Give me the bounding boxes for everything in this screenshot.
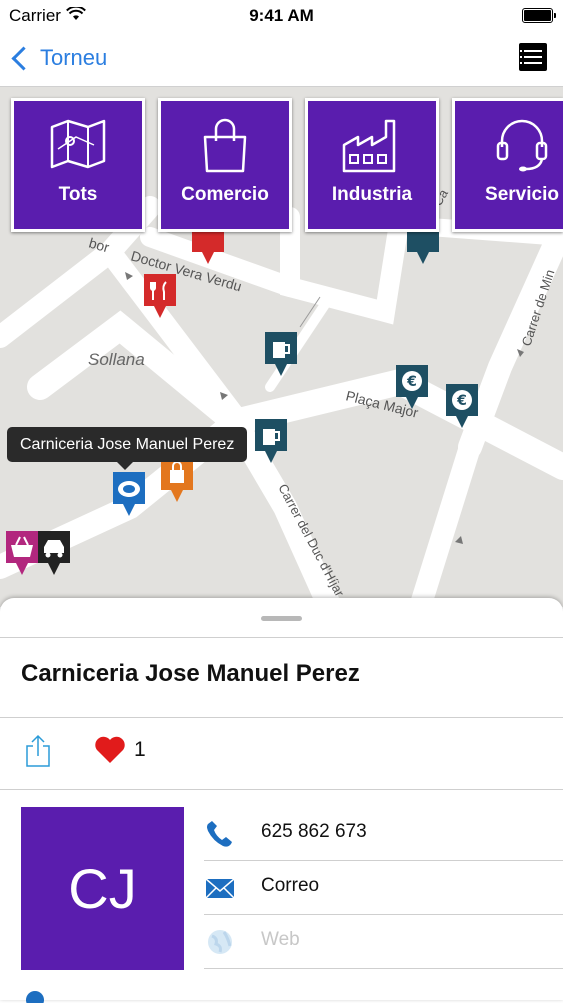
status-bar: Carrier 9:41 AM	[0, 0, 563, 30]
marker-tooltip[interactable]: Carniceria Jose Manuel Perez	[7, 427, 248, 470]
category-tile-servicio[interactable]: Servicio	[452, 98, 563, 232]
avatar: CJ	[21, 807, 184, 970]
phone-row[interactable]: 625 862 673	[204, 806, 563, 860]
category-label: Servicio	[485, 184, 559, 205]
category-label: Tots	[58, 184, 98, 205]
email-label: Correo	[261, 875, 320, 896]
map-icon	[50, 119, 106, 169]
heart-icon	[95, 736, 125, 763]
area-label-sollana: Sollana	[88, 350, 145, 369]
phone-icon	[207, 821, 232, 847]
map-marker-shop[interactable]	[159, 456, 195, 504]
map-marker-car[interactable]	[36, 529, 72, 577]
location-pin-icon	[26, 991, 44, 1003]
like-button[interactable]: 1	[94, 736, 146, 764]
drag-handle[interactable]	[261, 616, 302, 621]
web-row: Web	[204, 914, 563, 968]
back-button[interactable]: Torneu	[9, 42, 107, 74]
svg-text:€: €	[406, 374, 417, 390]
phone-number: 625 862 673	[261, 821, 367, 842]
category-tile-tots[interactable]: Tots	[11, 98, 145, 232]
category-label: Industria	[331, 184, 413, 205]
map-marker-bank[interactable]: €	[394, 363, 430, 411]
place-title: Carniceria Jose Manuel Perez	[21, 660, 360, 687]
web-label: Web	[261, 929, 300, 950]
category-tile-comercio[interactable]: Comercio	[158, 98, 292, 232]
list-menu-button[interactable]	[519, 43, 547, 71]
email-row[interactable]: Correo	[204, 860, 563, 914]
headset-icon	[496, 119, 548, 172]
map-marker-pub[interactable]	[263, 330, 299, 378]
battery-icon	[522, 8, 556, 23]
shopping-bag-icon	[203, 118, 247, 173]
map-marker-basket[interactable]	[4, 529, 40, 577]
category-label: Comercio	[181, 184, 269, 205]
place-detail-sheet: Carniceria Jose Manuel Perez 1 CJ 625 86…	[0, 598, 563, 1003]
like-count: 1	[134, 738, 146, 761]
map-marker-pub[interactable]	[253, 417, 289, 465]
globe-icon	[208, 930, 232, 954]
clock: 9:41 AM	[249, 6, 314, 25]
share-icon[interactable]	[25, 734, 51, 768]
factory-icon	[342, 119, 396, 173]
map-marker-restaurant[interactable]	[142, 272, 178, 320]
navigation-bar: Torneu	[0, 30, 563, 87]
map-marker-butcher-selected[interactable]	[111, 470, 147, 518]
category-tile-industria[interactable]: Industria	[305, 98, 439, 232]
back-label: Torneu	[40, 45, 108, 70]
chevron-left-icon	[11, 45, 36, 71]
map-marker-bank[interactable]: €	[444, 382, 480, 430]
svg-text:€: €	[456, 393, 467, 409]
envelope-icon	[205, 878, 235, 899]
